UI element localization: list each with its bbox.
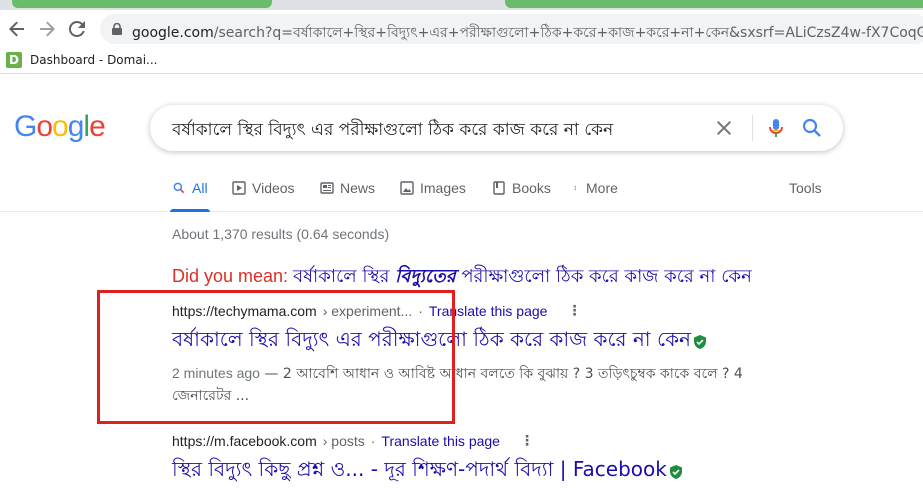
separator-dot: · [370,432,376,449]
browser-toolbar: google.com/search?q=বর্ষাকালে+স্থির+বিদ্… [0,10,923,48]
url-text: google.com/search?q=বর্ষাকালে+স্থির+বিদ্… [132,21,923,45]
url-host: google.com [132,25,214,41]
translate-link[interactable]: Translate this page [381,433,500,449]
dym-text-bold: বিদ্যুতের [395,266,456,287]
tools-button[interactable]: Tools [789,180,822,196]
image-icon [400,181,414,195]
search-box[interactable]: বর্ষাকালে স্থির বিদ্যুৎ এর পরীক্ষাগুলো ঠ… [150,105,843,151]
result-stats: About 1,370 results (0.64 seconds) [172,226,390,242]
bookmark-dashboard[interactable]: D Dashboard - Domai... [6,52,157,68]
clear-icon[interactable] [712,116,736,140]
active-tab-indicator [170,209,210,212]
google-logo[interactable]: Google [14,110,106,144]
result-url: https://m.facebook.com [172,432,317,449]
logo-letter: o [52,110,69,143]
tab-more-label: More [586,180,618,196]
tab-all[interactable]: All [170,180,210,212]
result-title-link[interactable]: স্থির বিদ্যুৎ কিছু প্রশ্ন ও... - দূর শিক… [172,455,683,488]
tab-news-label: News [340,180,376,196]
tab-news[interactable]: News [320,180,375,196]
url-path: /search?q=বর্ষাকালে+স্থির+বিদ্যুৎ+এর+পরী… [213,25,923,41]
tab-videos[interactable]: Videos [232,180,295,196]
book-icon [493,181,505,195]
dym-text-pre: বর্ষাকালে স্থির [293,266,396,287]
search-divider [752,115,753,141]
logo-letter: o [36,110,53,143]
bookmark-label: Dashboard - Domai... [30,53,158,67]
browser-tab[interactable] [12,0,272,8]
bookmarks-bar: D Dashboard - Domai... [0,48,923,74]
did-you-mean: Did you mean: বর্ষাকালে স্থির বিদ্যুতের … [172,262,752,293]
back-button[interactable] [4,16,30,42]
tab-images[interactable]: Images [400,180,466,196]
tab-books[interactable]: Books [492,180,551,196]
tab-all-label: All [192,180,208,196]
tab-images-label: Images [420,180,466,196]
more-vert-icon [574,185,576,191]
reload-icon [69,21,85,37]
tab-videos-label: Videos [252,180,295,196]
tab-books-label: Books [512,180,551,196]
tab-strip [0,0,923,10]
logo-letter: e [89,110,106,143]
arrow-right-icon [40,21,55,37]
result-title: স্থির বিদ্যুৎ কিছু প্রশ্ন ও... - দূর শিক… [172,457,667,481]
dashboard-favicon-icon: D [6,52,22,68]
search-result: https://m.facebook.com › posts · Transla… [172,432,683,488]
search-input[interactable]: বর্ষাকালে স্থির বিদ্যুৎ এর পরীক্ষাগুলো ঠ… [172,117,613,145]
lock-icon[interactable] [112,23,122,35]
microphone-icon[interactable] [764,116,788,140]
tab-more[interactable]: More [574,180,618,196]
more-options-icon[interactable]: ⋮ [567,302,581,319]
search-tabs: All Videos News Images Books More Tools [0,174,923,212]
did-you-mean-label: Did you mean: [172,266,289,286]
news-icon [320,182,334,194]
arrow-left-icon [9,21,24,37]
more-options-icon[interactable]: ⋮ [520,432,534,449]
highlight-annotation-box [97,290,455,424]
logo-letter: G [14,110,37,143]
tools-label: Tools [789,180,822,196]
address-bar[interactable]: google.com/search?q=বর্ষাকালে+স্থির+বিদ্… [100,14,923,44]
result-breadcrumb: › posts [322,432,365,449]
video-icon [232,181,246,195]
search-icon [173,182,185,194]
result-cite[interactable]: https://m.facebook.com › posts · Transla… [172,432,683,449]
search-icon[interactable] [800,116,824,140]
verified-shield-icon [694,334,706,349]
browser-tab-active[interactable] [505,0,923,8]
forward-button[interactable] [34,16,60,42]
reload-button[interactable] [64,16,90,42]
logo-letter: g [67,110,85,143]
did-you-mean-link[interactable]: বর্ষাকালে স্থির বিদ্যুতের পরীক্ষাগুলো ঠি… [293,266,752,287]
verified-shield-icon [669,464,682,479]
dym-text-post: পরীক্ষাগুলো ঠিক করে কাজ করে না কেন [455,266,752,287]
